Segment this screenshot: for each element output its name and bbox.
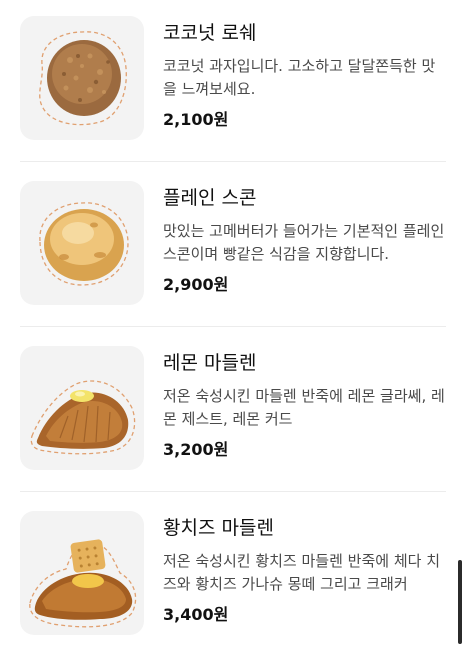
menu-item-price: 2,900원 — [163, 275, 229, 294]
menu-item-info: 황치즈 마들렌 저온 숙성시킨 황치즈 마들렌 반죽에 체다 치즈와 황치즈 가… — [163, 515, 448, 626]
menu-item-plain-scone[interactable]: 플레인 스콘 맛있는 고메버터가 들어가는 기본적인 플레인 스콘이며 빵같은 … — [0, 165, 466, 330]
menu-item-description: 맛있는 고메버터가 들어가는 기본적인 플레인 스콘이며 빵같은 식감을 지향합… — [163, 222, 445, 263]
divider — [20, 491, 446, 492]
menu-item-name: 플레인 스콘 — [163, 187, 257, 209]
divider — [20, 326, 446, 327]
menu-item-price: 2,100원 — [163, 110, 229, 129]
menu-item-lemon-madeleine[interactable]: 레몬 마들렌 저온 숙성시킨 마들렌 반죽에 레몬 글라쎄, 레몬 제스트, 레… — [0, 330, 466, 495]
menu-item-name: 레몬 마들렌 — [163, 352, 257, 374]
menu-item-price: 3,400원 — [163, 605, 229, 624]
menu-item-description: 코코넛 과자입니다. 고소하고 달달쫀득한 맛을 느껴보세요. — [163, 57, 436, 98]
cheese-madeleine-image — [20, 511, 144, 635]
menu-item-info: 레몬 마들렌 저온 숙성시킨 마들렌 반죽에 레몬 글라쎄, 레몬 제스트, 레… — [163, 350, 448, 461]
plain-scone-image — [20, 181, 144, 305]
menu-item-name: 코코넛 로쉐 — [163, 22, 257, 44]
menu-item-info: 플레인 스콘 맛있는 고메버터가 들어가는 기본적인 플레인 스콘이며 빵같은 … — [163, 185, 448, 296]
menu-list: 코코넛 로쉐 코코넛 과자입니다. 고소하고 달달쫀득한 맛을 느껴보세요. 2… — [0, 0, 466, 655]
menu-item-coconut-rocher[interactable]: 코코넛 로쉐 코코넛 과자입니다. 고소하고 달달쫀득한 맛을 느껴보세요. 2… — [0, 0, 466, 165]
scrollbar[interactable] — [458, 560, 462, 644]
lemon-madeleine-image — [20, 346, 144, 470]
coconut-rocher-image — [20, 16, 144, 140]
menu-item-price: 3,200원 — [163, 440, 229, 459]
divider — [20, 161, 446, 162]
menu-item-cheese-madeleine[interactable]: 황치즈 마들렌 저온 숙성시킨 황치즈 마들렌 반죽에 체다 치즈와 황치즈 가… — [0, 495, 466, 655]
menu-item-info: 코코넛 로쉐 코코넛 과자입니다. 고소하고 달달쫀득한 맛을 느껴보세요. 2… — [163, 20, 448, 131]
menu-item-name: 황치즈 마들렌 — [163, 517, 274, 539]
menu-item-description: 저온 숙성시킨 마들렌 반죽에 레몬 글라쎄, 레몬 제스트, 레몬 커드 — [163, 387, 445, 428]
menu-item-description: 저온 숙성시킨 황치즈 마들렌 반죽에 체다 치즈와 황치즈 가나슈 몽떼 그리… — [163, 552, 441, 593]
